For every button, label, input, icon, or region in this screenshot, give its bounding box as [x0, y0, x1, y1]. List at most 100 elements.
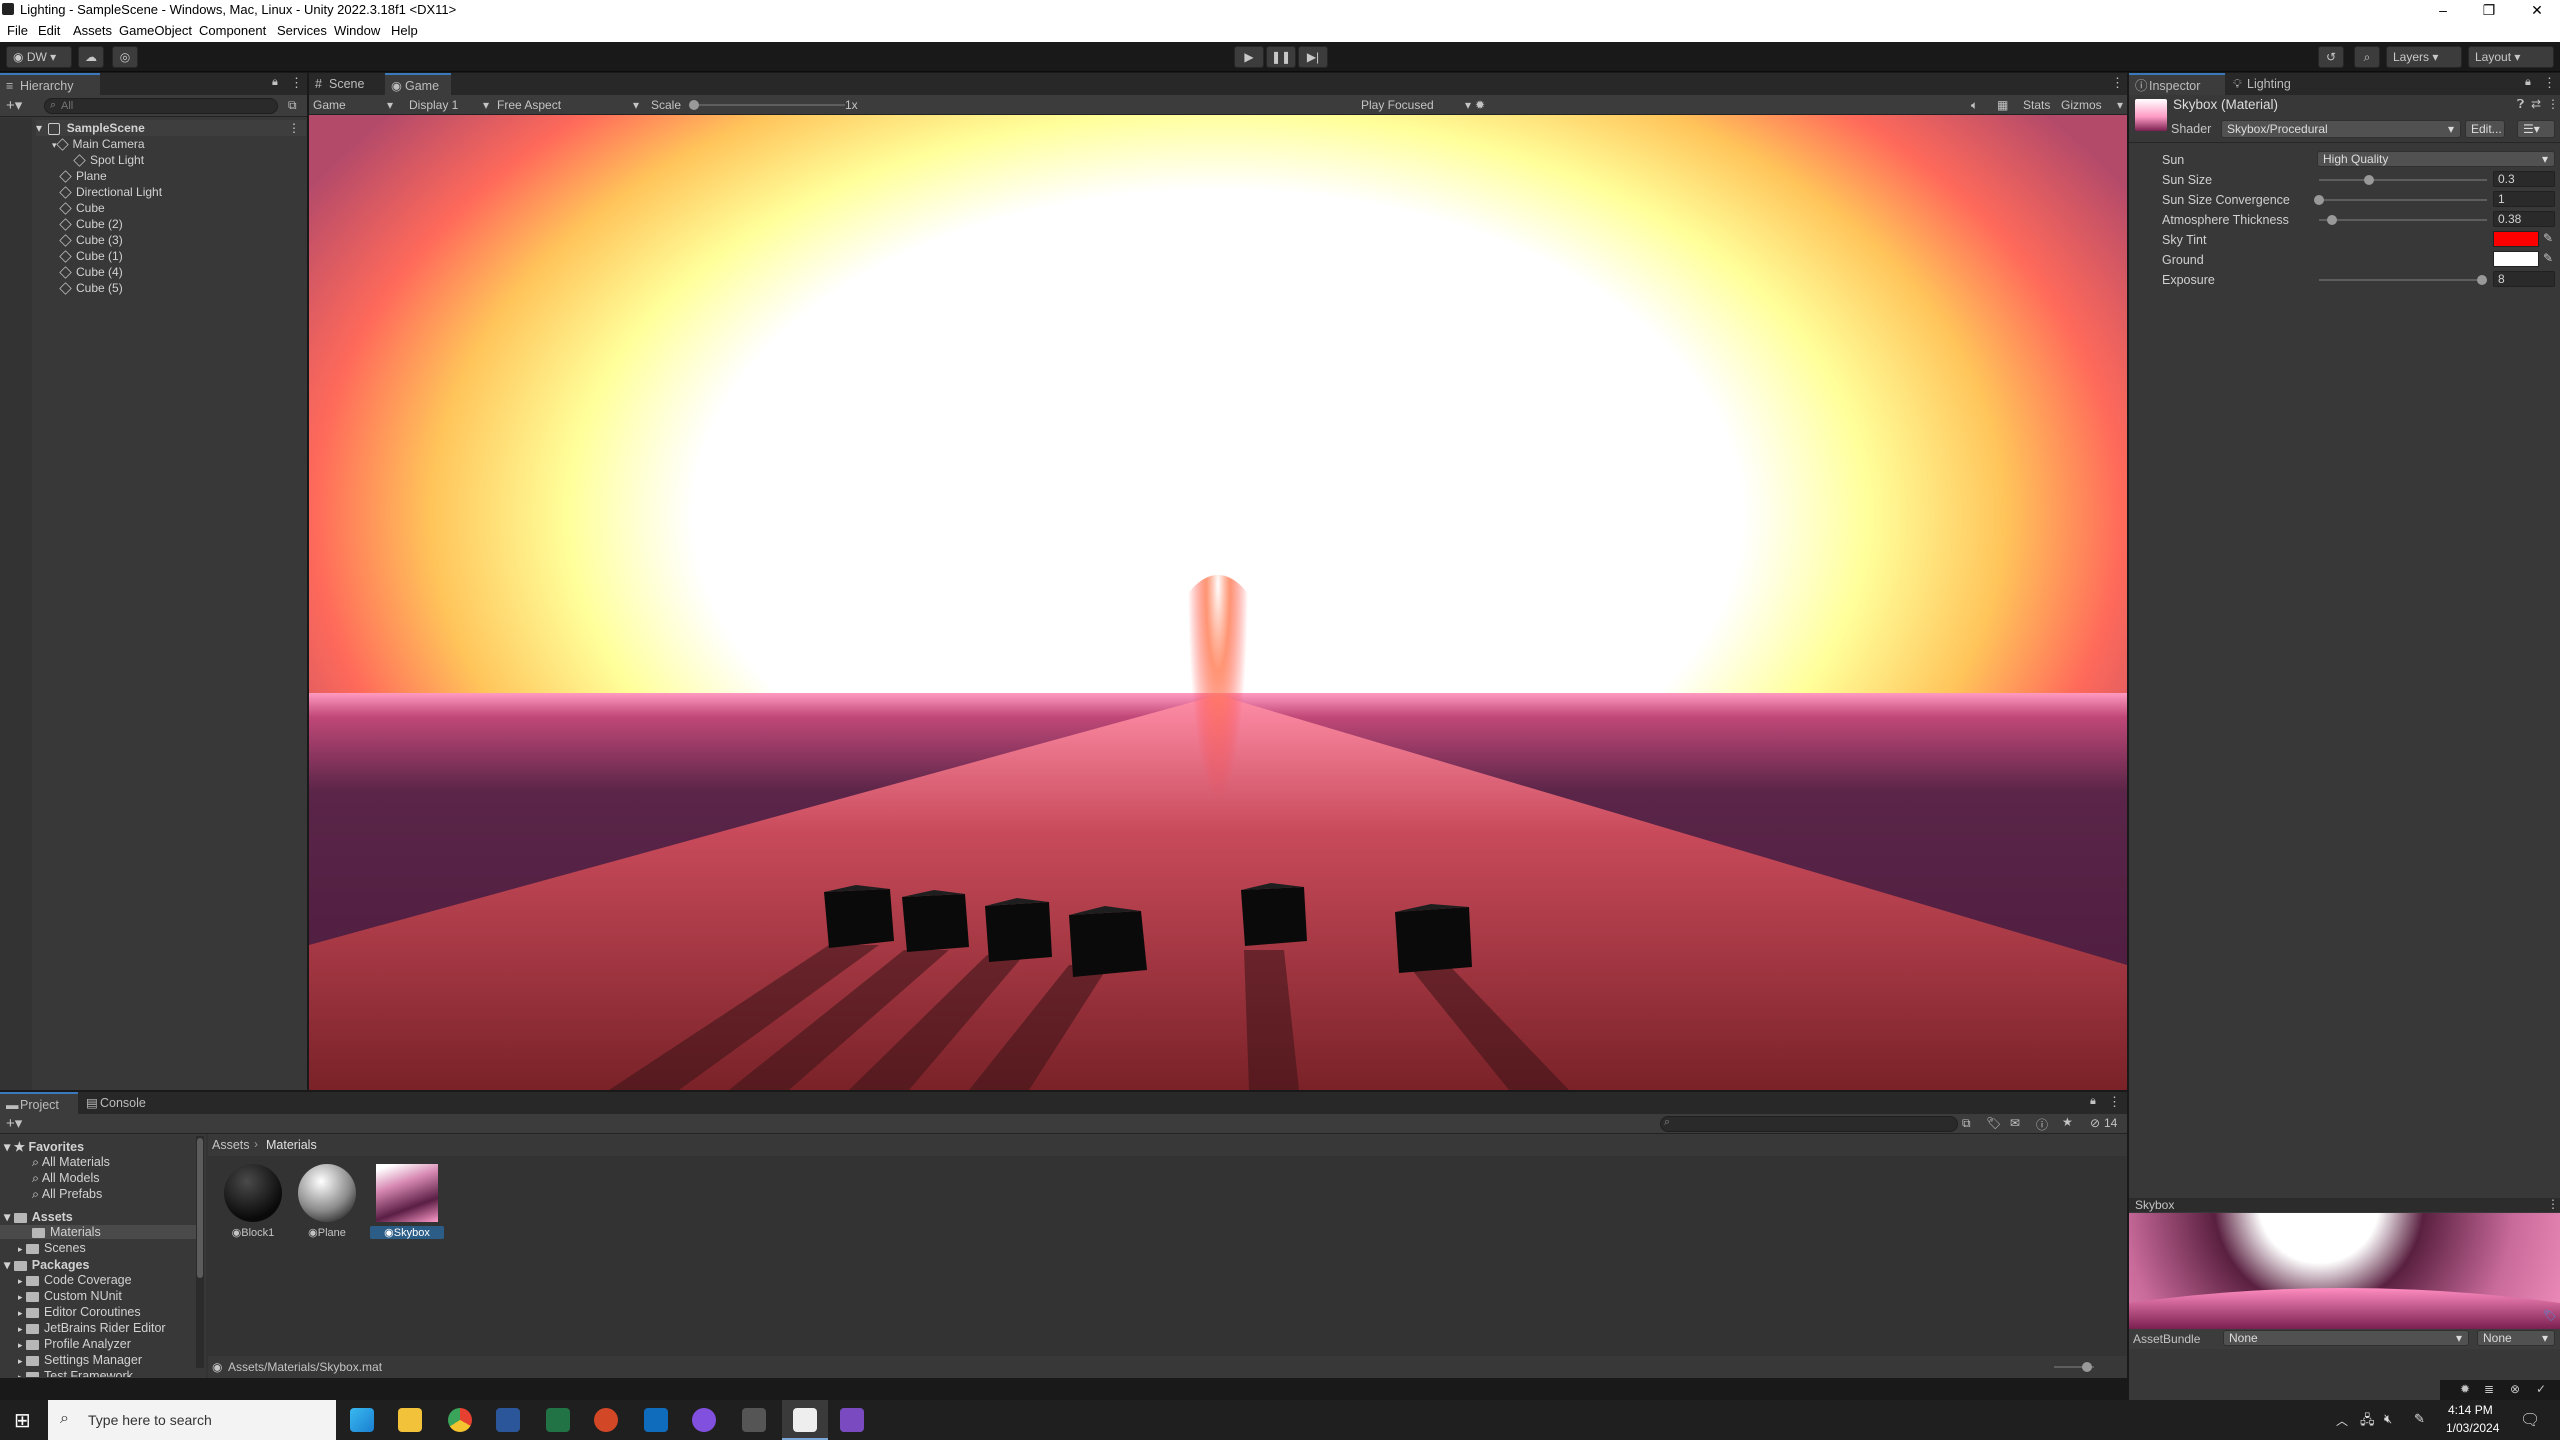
word-icon[interactable]: [496, 1408, 520, 1432]
package-item[interactable]: ▸ Profile Analyzer: [18, 1337, 131, 1351]
package-item[interactable]: ▸ Custom NUnit: [18, 1289, 122, 1303]
search-by-type-icon[interactable]: ⧉: [1962, 1116, 1971, 1131]
check-icon[interactable]: ✓: [2536, 1382, 2546, 1396]
hierarchy-item[interactable]: ▾ Main Camera: [52, 136, 145, 152]
eyedropper-icon[interactable]: ✎: [2543, 231, 2553, 245]
sky-tint-color-swatch[interactable]: [2493, 231, 2539, 247]
shader-edit-button[interactable]: Edit...: [2465, 120, 2505, 138]
network-icon[interactable]: 🖧︎: [2360, 1411, 2375, 1433]
bug-icon[interactable]: ✹: [1475, 98, 1485, 112]
packages-header[interactable]: ▾ Packages: [4, 1257, 89, 1272]
package-item[interactable]: ▸ Test Framework: [18, 1369, 133, 1377]
convergence-slider-track[interactable]: [2319, 199, 2487, 201]
lock-icon[interactable]: 🔒︎: [272, 76, 278, 89]
hierarchy-item[interactable]: Cube: [59, 200, 105, 216]
close-button[interactable]: ✕: [2514, 0, 2560, 20]
search-button[interactable]: ⌕: [2354, 46, 2380, 68]
tray-chevron-icon[interactable]: ︿: [2336, 1412, 2348, 1429]
atmosphere-slider-track[interactable]: [2319, 219, 2487, 221]
kebab-menu-icon[interactable]: ⋮: [2543, 75, 2556, 91]
audio-icon[interactable]: 🔈︎: [1971, 98, 1978, 113]
restore-button[interactable]: ❐: [2466, 0, 2512, 20]
history-button[interactable]: ↺: [2318, 46, 2344, 68]
cloud-button[interactable]: ☁: [78, 46, 104, 68]
add-asset-button[interactable]: +▾: [6, 1114, 22, 1132]
shader-options-button[interactable]: ☰▾: [2517, 120, 2555, 138]
breadcrumb-materials[interactable]: Materials: [266, 1138, 317, 1152]
taskbar-date[interactable]: 1/03/2024: [2446, 1421, 2499, 1435]
bug-icon[interactable]: ✹: [2460, 1382, 2470, 1396]
menu-edit[interactable]: Edit: [38, 23, 60, 38]
hidden-packages-icon[interactable]: ⊘: [2090, 1116, 2100, 1130]
info-icon[interactable]: ⓘ: [2036, 1116, 2048, 1133]
menu-assets[interactable]: Assets: [73, 23, 112, 38]
favorite-item[interactable]: ⌕ All Models: [32, 1171, 99, 1186]
sun-size-slider-track[interactable]: [2319, 179, 2487, 181]
convergence-slider-knob[interactable]: [2314, 195, 2324, 205]
tab-hierarchy[interactable]: ≡ Hierarchy: [0, 73, 100, 95]
asset-item[interactable]: ◉Plane: [296, 1164, 358, 1250]
filter-icon[interactable]: ⧉: [288, 98, 297, 113]
sun-size-field[interactable]: 0.3: [2493, 171, 2555, 187]
search-by-label-icon[interactable]: 🏷︎: [1986, 1116, 2001, 1130]
gizmos-dropdown[interactable]: Gizmos ▾: [2061, 98, 2125, 112]
pause-button[interactable]: ❚❚: [1266, 46, 1296, 68]
menu-window[interactable]: Window: [334, 23, 380, 38]
atmosphere-slider-knob[interactable]: [2327, 215, 2338, 225]
unity-hub-icon[interactable]: [742, 1408, 766, 1432]
powerpoint-icon[interactable]: [594, 1408, 618, 1432]
hierarchy-search-input[interactable]: [44, 98, 278, 114]
edge-icon[interactable]: [350, 1408, 374, 1432]
lock-icon[interactable]: 🔒︎: [2090, 1095, 2096, 1108]
excel-icon[interactable]: [546, 1408, 570, 1432]
hierarchy-item[interactable]: Cube (5): [59, 280, 123, 296]
eyedropper-icon[interactable]: ✎: [2543, 251, 2553, 265]
folder-item-materials[interactable]: Materials: [0, 1225, 196, 1239]
favorite-item[interactable]: ⌕ All Materials: [32, 1155, 110, 1170]
minimize-button[interactable]: –: [2420, 0, 2466, 20]
menu-services[interactable]: Services: [277, 23, 327, 38]
icon-size-slider-knob[interactable]: [2082, 1362, 2092, 1372]
assetbundle-variant-dropdown[interactable]: None ▾: [2477, 1330, 2555, 1346]
visual-studio-icon[interactable]: [840, 1408, 864, 1432]
grid-icon[interactable]: ▦: [1997, 98, 2008, 112]
tab-inspector[interactable]: ⓘ Inspector: [2129, 73, 2225, 95]
hierarchy-item[interactable]: Cube (1): [59, 248, 123, 264]
menu-help[interactable]: Help: [391, 23, 418, 38]
hierarchy-item[interactable]: Cube (2): [59, 216, 123, 232]
windows-start-icon[interactable]: ⊞: [14, 1408, 31, 1433]
help-icon[interactable]: ❓︎: [2517, 97, 2524, 112]
kebab-menu-icon[interactable]: ⋮: [2108, 1094, 2121, 1110]
play-mode-dropdown[interactable]: Play Focused ▾: [1361, 98, 1471, 112]
menu-component[interactable]: Component: [199, 23, 266, 38]
package-item[interactable]: ▸ Code Coverage: [18, 1273, 132, 1287]
display-dropdown[interactable]: Display 1 ▾: [409, 98, 493, 112]
tab-project[interactable]: ▬ Project: [0, 1092, 78, 1114]
atmosphere-field[interactable]: 0.38: [2493, 211, 2555, 227]
layout-dropdown[interactable]: Layout ▾: [2468, 46, 2554, 68]
sun-dropdown[interactable]: High Quality ▾: [2317, 151, 2555, 167]
game-viewport[interactable]: [309, 115, 2127, 1090]
tab-lighting[interactable]: 💡︎ Lighting: [2227, 73, 2311, 95]
shader-dropdown[interactable]: Skybox/Procedural ▾: [2221, 120, 2461, 138]
material-menu-icon[interactable]: ⋮: [2547, 97, 2559, 111]
hierarchy-item[interactable]: Spot Light: [73, 152, 144, 168]
folder-item-scenes[interactable]: ▸ Scenes: [18, 1241, 86, 1255]
taskbar-time[interactable]: 4:14 PM: [2448, 1403, 2493, 1417]
folder-tree-scrollbar[interactable]: [196, 1136, 204, 1368]
package-item[interactable]: ▸ Settings Manager: [18, 1353, 142, 1367]
favorite-star-icon[interactable]: ★: [2062, 1115, 2073, 1129]
notifications-icon[interactable]: 🗨︎: [2520, 1410, 2540, 1430]
volume-muted-icon[interactable]: 🔇︎: [2384, 1411, 2392, 1427]
hierarchy-item[interactable]: Cube (3): [59, 232, 123, 248]
outlook-icon[interactable]: [644, 1408, 668, 1432]
gizmo-icon[interactable]: ⊗: [2510, 1382, 2520, 1396]
hierarchy-item[interactable]: Cube (4): [59, 264, 123, 280]
scene-row[interactable]: ▾ SampleScene ⋮: [36, 120, 306, 136]
package-item[interactable]: ▸ JetBrains Rider Editor: [18, 1321, 166, 1335]
display-mode-dropdown[interactable]: Game ▾: [313, 98, 397, 112]
menu-gameobject[interactable]: GameObject: [119, 23, 192, 38]
favorites-header[interactable]: ▾ ★ Favorites: [4, 1139, 84, 1154]
unity-editor-taskbar-button[interactable]: [782, 1400, 828, 1440]
skybox-preview[interactable]: 🏷︎: [2129, 1213, 2560, 1329]
